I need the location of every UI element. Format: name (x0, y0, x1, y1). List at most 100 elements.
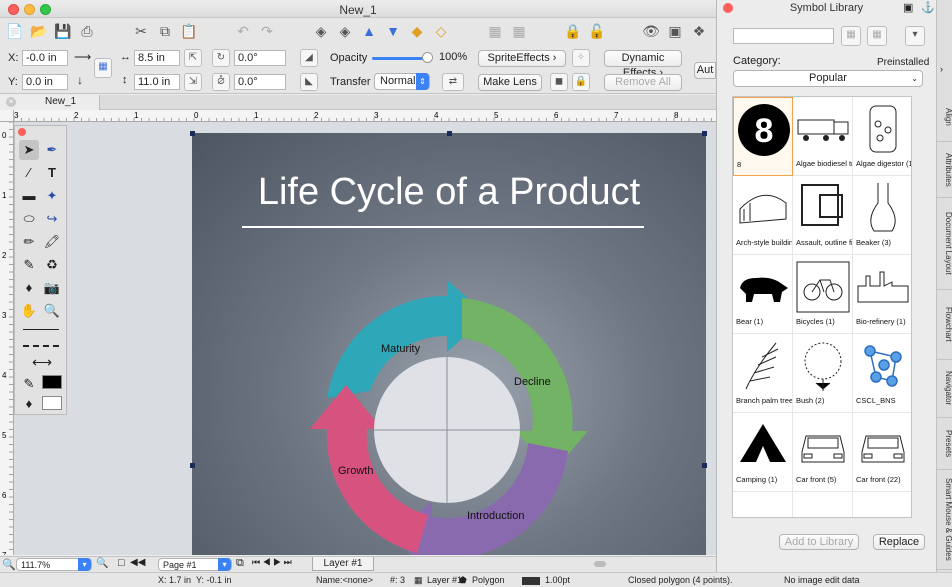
opacity-slider[interactable] (372, 57, 428, 60)
horizontal-scrollbar[interactable] (594, 561, 606, 567)
bring-front-icon[interactable]: ◈ (312, 22, 330, 40)
symbol-cell[interactable]: Assault, outline fis (793, 176, 853, 255)
hand-tool-icon[interactable]: ✋ (19, 301, 39, 321)
symbol-cell[interactable]: 88 (733, 97, 793, 176)
group-icon[interactable]: ◆ (408, 22, 426, 40)
zoom-out-icon[interactable]: 🔍 (2, 558, 16, 571)
symbol-view-icon[interactable]: ▦ (841, 26, 861, 46)
scale-icon[interactable]: ⇱ (184, 49, 202, 67)
text-tool-icon[interactable]: T (42, 163, 62, 183)
window-icon[interactable]: ▣ (666, 22, 684, 40)
bring-forward-icon[interactable]: ▲ (360, 22, 378, 40)
pen-tool-icon[interactable]: ✒ (42, 140, 62, 160)
open-icon[interactable]: 📂 (30, 22, 48, 40)
cut-icon[interactable]: ✂ (132, 22, 150, 40)
category-select[interactable]: Popular ⌄ (733, 70, 923, 87)
slide-page[interactable]: Life Cycle of a Product Maturity Decline… (190, 131, 707, 555)
rotate-icon[interactable]: ↻ (212, 49, 230, 67)
page-select[interactable]: Page #1 ▾ (158, 558, 232, 571)
stroke-pen-icon[interactable]: ✎ (19, 374, 39, 394)
lens-lock-icon[interactable]: 🔒 (572, 73, 590, 91)
symbol-cell[interactable]: Algae biodiesel tra (793, 97, 853, 176)
symbol-cell[interactable]: Branch palm tree (733, 334, 793, 413)
side-tab[interactable]: Presets (937, 418, 952, 470)
side-tab[interactable]: Flowchart (937, 290, 952, 360)
symbol-cell[interactable]: Arch-style building (733, 176, 793, 255)
symbol-edit-icon[interactable]: ▦ (867, 26, 887, 46)
ungroup-icon[interactable]: ◇ (432, 22, 450, 40)
preview-icon[interactable]: 👁 (642, 22, 660, 40)
arrowheads-icon[interactable]: ⟷ (29, 352, 55, 372)
rotation-field[interactable]: 0.0° (234, 50, 286, 66)
lock-icon[interactable]: 🔒 (564, 22, 582, 40)
page-navigation-icon[interactable]: ⏮ ◀ ▶ ⏭ (252, 557, 292, 568)
close-palette-button[interactable] (18, 128, 26, 136)
zoom-tool-icon[interactable]: 🔍 (42, 301, 62, 321)
unlock-icon[interactable]: 🔓 (588, 22, 606, 40)
copy-icon[interactable]: ⧉ (156, 22, 174, 40)
fill-bucket-icon[interactable]: ♦ (19, 394, 39, 414)
ellipse-tool-icon[interactable]: ⬭ (19, 209, 39, 229)
side-tab[interactable]: Attributes (937, 142, 952, 198)
replace-button[interactable]: Replace (873, 534, 925, 550)
grid-icon[interactable]: ▦ (486, 22, 504, 40)
stroke-color-swatch[interactable] (42, 375, 62, 389)
flip-icon[interactable]: ◢ (300, 49, 318, 67)
bezier-tool-icon[interactable]: ✦ (42, 186, 62, 206)
symbol-cell[interactable]: Car front (22) (853, 413, 911, 492)
width-field[interactable]: 8.5 in (134, 50, 180, 66)
side-tab[interactable]: Document Layout (937, 198, 952, 290)
pin-icon[interactable]: ⚓ (921, 1, 935, 14)
symbol-cell[interactable]: Algae digestor (1) (853, 97, 911, 176)
symbol-cell[interactable]: Beaker (3) (853, 176, 911, 255)
height-field[interactable]: 11.0 in (134, 74, 180, 90)
remove-all-button[interactable]: Remove All (604, 74, 682, 91)
redo-icon[interactable]: ↷ (258, 22, 276, 40)
label-introduction[interactable]: Introduction (467, 510, 524, 522)
pages-icon[interactable]: ⧉ (236, 557, 244, 570)
symbol-cell[interactable]: Car front (5) (793, 413, 853, 492)
make-lens-button[interactable]: Make Lens (478, 74, 542, 91)
rectangle-tool-icon[interactable]: ▬ (19, 186, 39, 206)
label-maturity[interactable]: Maturity (381, 343, 421, 355)
effects-wand-icon[interactable]: ✧ (572, 49, 590, 67)
eyedropper-tool-icon[interactable]: 🖍 (42, 232, 62, 252)
x-field[interactable]: -0.0 in (22, 50, 68, 66)
selection-tool-icon[interactable]: ➤ (19, 140, 39, 160)
label-decline[interactable]: Decline (514, 376, 551, 388)
add-to-library-button[interactable]: Add to Library (779, 534, 859, 550)
symbol-cell[interactable]: CSCL_BNS (853, 334, 911, 413)
send-back-icon[interactable]: ◈ (336, 22, 354, 40)
pencil-tool-icon[interactable]: ✎ (19, 255, 39, 275)
symbol-cell-partial[interactable] (853, 492, 911, 517)
stamp-tool-icon[interactable]: ♻ (42, 255, 62, 275)
horizontal-ruler[interactable]: 3 2 1 0 1 2 3 4 5 6 7 8 (14, 110, 716, 122)
auto-button[interactable]: Aut (694, 62, 716, 79)
symbol-cell-partial[interactable] (733, 492, 793, 517)
sprite-effects-button[interactable]: SpriteEffects › (478, 50, 566, 67)
selection-handle[interactable] (190, 463, 195, 468)
symbol-cell-partial[interactable] (793, 492, 853, 517)
selection-handle[interactable] (190, 131, 195, 136)
line-tool-icon[interactable]: ∕ (19, 163, 39, 183)
symbol-cell[interactable]: Camping (1) (733, 413, 793, 492)
print-icon[interactable]: ⎙ (78, 22, 96, 40)
opacity-slider-thumb[interactable] (422, 52, 433, 63)
paint-bucket-tool-icon[interactable]: ♦ (19, 278, 39, 298)
layer-tab[interactable]: Layer #1 (312, 557, 374, 571)
expand-arrow-icon[interactable]: › (940, 64, 943, 74)
drawing-canvas[interactable]: Life Cycle of a Product Maturity Decline… (14, 122, 716, 555)
new-document-icon[interactable]: 📄 (6, 22, 24, 40)
close-tab-icon[interactable]: × (6, 97, 16, 107)
document-tab[interactable]: × New_1 (0, 95, 100, 110)
skew-icon[interactable]: ⦲ (212, 73, 230, 91)
line-style-solid[interactable] (23, 329, 59, 330)
paste-icon[interactable]: 📋 (180, 22, 198, 40)
skew-field[interactable]: 0.0° (234, 74, 286, 90)
y-field[interactable]: 0.0 in (22, 74, 68, 90)
fill-color-swatch[interactable] (42, 396, 62, 410)
panel-window-icon[interactable]: ▣ (903, 1, 913, 14)
symbol-cell[interactable]: Bush (2) (793, 334, 853, 413)
selection-handle[interactable] (702, 131, 707, 136)
selection-handle[interactable] (702, 463, 707, 468)
